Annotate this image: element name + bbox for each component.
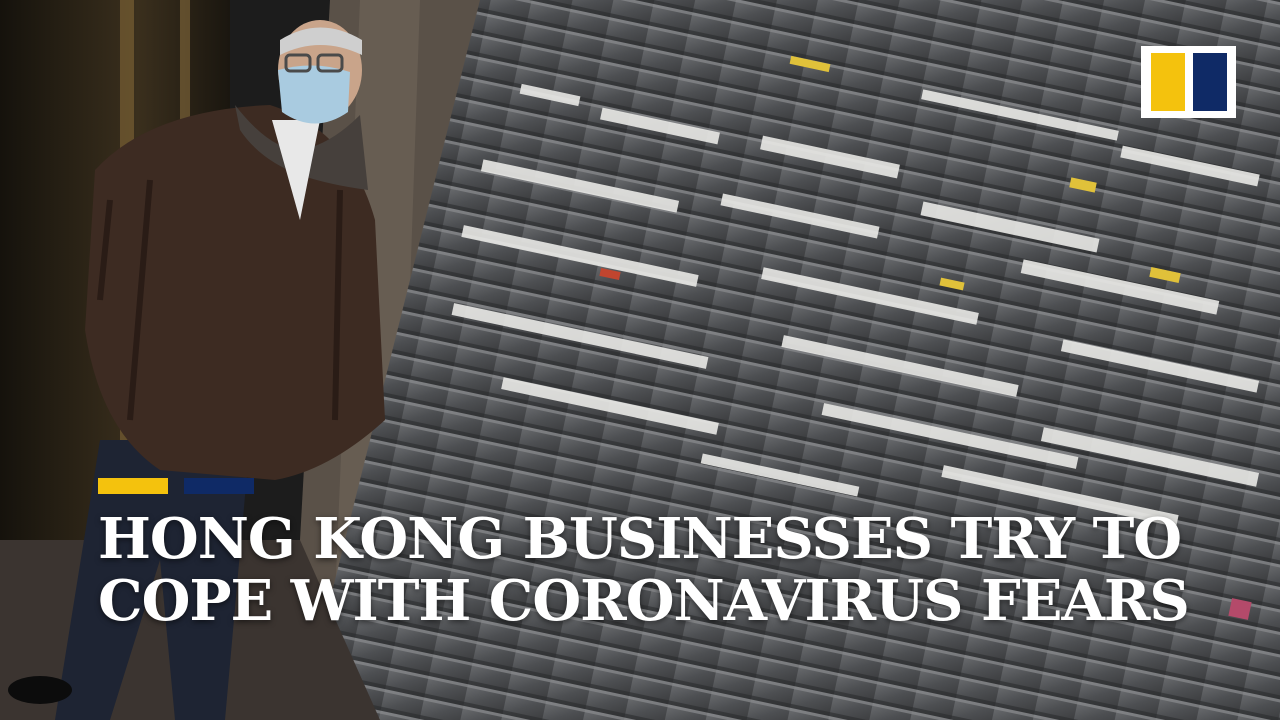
headline-line-1: HONG KONG BUSINESSES TRY TO bbox=[98, 506, 1182, 572]
scmp-logo-icon bbox=[1141, 46, 1236, 118]
headline-line-2: COPE WITH CORONAVIRUS FEARS bbox=[98, 568, 1190, 634]
accent-bars bbox=[98, 478, 1218, 494]
accent-bar-navy bbox=[184, 478, 254, 494]
headline-block: HONG KONG BUSINESSES TRY TO COPE WITH CO… bbox=[98, 478, 1218, 632]
logo-yellow-block bbox=[1150, 53, 1185, 111]
logo-navy-block bbox=[1192, 53, 1227, 111]
accent-bar-yellow bbox=[98, 478, 168, 494]
headline: HONG KONG BUSINESSES TRY TO COPE WITH CO… bbox=[98, 508, 1218, 632]
